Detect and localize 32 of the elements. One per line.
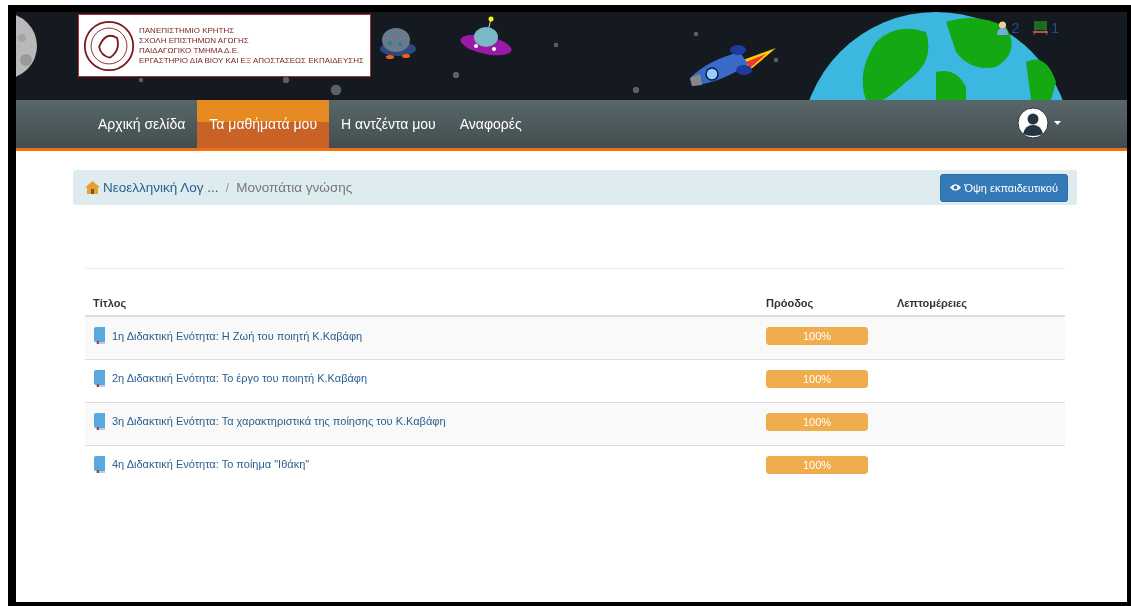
logo-text: ΕΡΓΑΣΤΗΡΙΟ ΔΙΑ ΒΙΟΥ ΚΑΙ ΕΞ ΑΠΟΣΤΑΣΕΩΣ ΕΚΠΑΙΔΕΥΣΗΣ — [139, 56, 364, 65]
university-logo[interactable]: ΠΑΝΕΠΙΣΤΗΜΙΟ ΚΡΗΤΗΣ ΣΧΟΛΗ ΕΠΙΣΤΗΜΩΝ ΑΓΩΓΗΣ ΠΑΙΔΑΓΩΓΙΚΟ ΤΜΗΜΑ Δ.Ε. ΕΡΓΑΣΤΗΡΙΟ ΔΙΑ ΒΙΟΥ ΚΑΙ ΕΞ ΑΠΟΣΤΑΣΕΩΣ ΕΚΠΑΙΔΕΥΣΗΣ — [78, 14, 371, 77]
counter-value: 1 — [1051, 20, 1059, 36]
chalkboard-icon — [1033, 21, 1049, 35]
lesson-link[interactable]: 2η Διδακτική Ενότητα: Το έργο του ποιητή Κ.Καβάφη — [93, 369, 750, 387]
nav-tab[interactable]: Η αντζέντα μου — [329, 100, 448, 148]
caret-icon[interactable] — [1054, 121, 1061, 125]
nav-tab[interactable]: Αρχική σελίδα — [86, 100, 198, 148]
progress-fill: 100% — [766, 412, 868, 431]
user-avatar-icon[interactable] — [1017, 107, 1049, 139]
teacher-view-button[interactable]: Όψη εκπαιδευτικού — [940, 173, 1068, 202]
progress-fill: 100% — [766, 369, 868, 388]
counter-value: 2 — [1011, 20, 1020, 36]
nav-tab[interactable]: Αναφορές — [447, 100, 534, 148]
home-icon — [85, 181, 100, 194]
progress-fill: 100% — [766, 327, 868, 345]
book-icon — [93, 455, 106, 473]
progress-fill: 100% — [766, 455, 868, 474]
nav-tab[interactable]: Τα μαθήματά μου — [197, 100, 330, 148]
logo-text: ΠΑΙΔΑΓΩΓΙΚΟ ΤΜΗΜΑ Δ.Ε. — [139, 46, 241, 55]
breadcrumb-link[interactable]: Νεοελληνική Λογ ... — [85, 180, 219, 195]
book-icon — [93, 369, 106, 387]
lesson-link[interactable]: 4η Διδακτική Ενότητα: Το ποίημα "Ιθάκη" — [93, 455, 750, 473]
book-icon — [93, 327, 106, 344]
logo-text: ΣΧΟΛΗ ΕΠΙΣΤΗΜΩΝ ΑΓΩΓΗΣ — [139, 36, 250, 45]
breadcrumb-current: Μονοπάτια γνώσης — [236, 180, 353, 195]
person-icon — [997, 21, 1009, 35]
logo-text: ΠΑΝΕΠΙΣΤΗΜΙΟ ΚΡΗΤΗΣ — [139, 26, 236, 35]
book-icon — [93, 412, 106, 430]
eye-icon — [950, 184, 962, 191]
breadcrumb-separator: / — [225, 180, 230, 195]
seal-icon — [83, 19, 135, 72]
